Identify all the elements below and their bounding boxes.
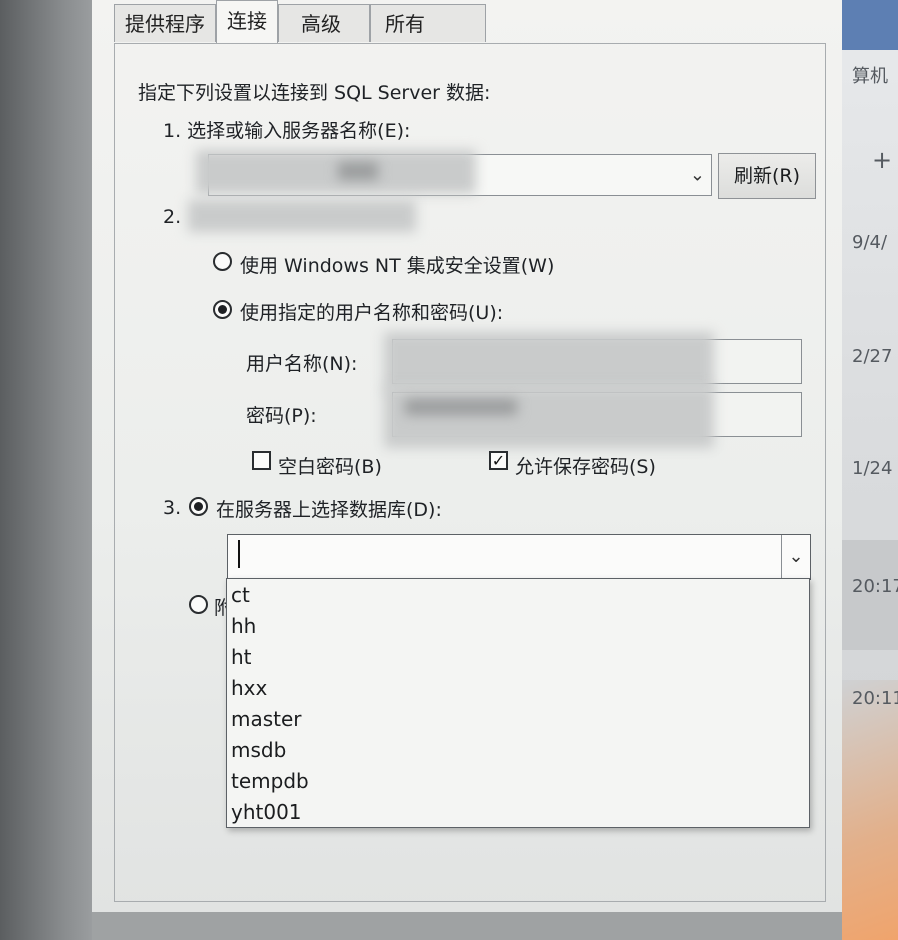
password-label: 密码(P): <box>246 405 317 427</box>
database-dropdown-list: ct hh ht hxx master msdb tempdb yht001 <box>226 578 810 828</box>
tab-strip: 提供程序 连接 高级 所有 <box>114 0 486 44</box>
specific-user-label: 使用指定的用户名称和密码(U): <box>240 302 504 324</box>
background-right: 算机 + 9/4/ 2/27 1/24 20:17 20:11 <box>842 0 898 940</box>
chevron-down-icon[interactable]: ⌄ <box>781 535 810 579</box>
refresh-button[interactable]: 刷新(R) <box>718 153 816 199</box>
windows-auth-label: 使用 Windows NT 集成安全设置(W) <box>240 255 555 277</box>
background-left <box>0 0 92 940</box>
bg-text-computer: 算机 <box>852 66 888 87</box>
tab-connection[interactable]: 连接 <box>216 0 278 44</box>
background-icon <box>842 0 898 50</box>
blank-password-checkbox[interactable] <box>252 451 271 470</box>
select-database-radio[interactable] <box>189 497 208 516</box>
dropdown-option-tempdb[interactable]: tempdb <box>231 769 309 793</box>
database-combobox[interactable]: ⌄ <box>227 534 811 580</box>
bg-text-date-3: 1/24 <box>852 458 893 479</box>
tab-advanced[interactable]: 高级 <box>278 4 370 42</box>
tab-provider[interactable]: 提供程序 <box>114 4 216 42</box>
redacted-password-mask <box>405 399 517 415</box>
intro-text: 指定下列设置以连接到 SQL Server 数据: <box>138 82 491 104</box>
bg-text-plus: + <box>872 146 893 174</box>
allow-save-password-checkbox[interactable]: ✓ <box>489 451 508 470</box>
attach-database-radio[interactable] <box>189 595 208 614</box>
redacted-step2-label <box>188 200 416 232</box>
dropdown-option-msdb[interactable]: msdb <box>231 738 286 762</box>
bg-text-date-2: 2/27 <box>852 346 893 367</box>
redacted-password <box>384 386 714 448</box>
background-corner <box>842 680 898 940</box>
dropdown-option-ct[interactable]: ct <box>231 583 250 607</box>
username-label: 用户名称(N): <box>246 353 358 375</box>
select-database-label: 在服务器上选择数据库(D): <box>216 499 442 521</box>
step2-number: 2. <box>163 206 182 228</box>
dropdown-option-hxx[interactable]: hxx <box>231 676 267 700</box>
text-caret <box>238 540 240 568</box>
bg-text-time-2: 20:11 <box>852 688 898 709</box>
dropdown-option-yht001[interactable]: yht001 <box>231 800 302 824</box>
background-bottom <box>92 912 842 940</box>
specific-user-radio[interactable] <box>213 300 232 319</box>
redacted-server-name-dark <box>338 162 378 180</box>
allow-save-password-label: 允许保存密码(S) <box>515 456 656 478</box>
chevron-down-icon[interactable]: ⌄ <box>690 165 705 186</box>
bg-text-time-1: 20:17 <box>852 576 898 597</box>
step1-label: 1. 选择或输入服务器名称(E): <box>163 120 411 142</box>
step3-number: 3. <box>163 497 182 519</box>
bg-text-date-1: 9/4/ <box>852 232 888 253</box>
blank-password-label: 空白密码(B) <box>278 456 382 478</box>
tab-all[interactable]: 所有 <box>370 4 486 42</box>
redacted-username <box>384 332 714 392</box>
checkmark-icon: ✓ <box>491 451 506 470</box>
dropdown-option-master[interactable]: master <box>231 707 302 731</box>
dropdown-option-hh[interactable]: hh <box>231 614 256 638</box>
redacted-server-name <box>196 150 476 194</box>
dropdown-option-ht[interactable]: ht <box>231 645 252 669</box>
windows-auth-radio[interactable] <box>213 252 232 271</box>
